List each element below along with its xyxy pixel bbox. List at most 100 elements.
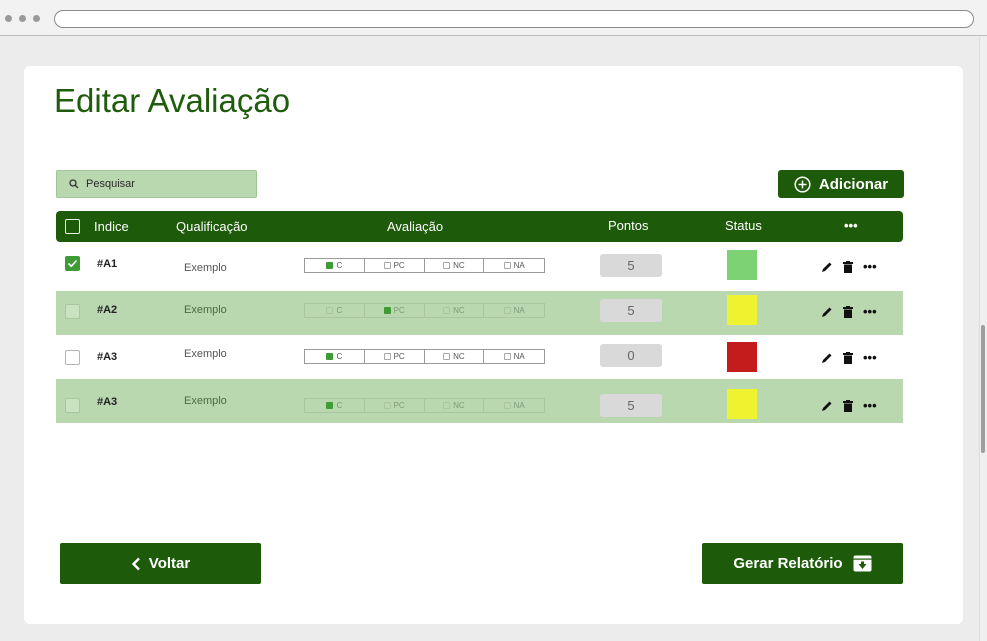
option-checkbox-icon — [383, 402, 391, 409]
scrollbar-thumb[interactable] — [981, 325, 985, 453]
row-actions: ••• — [821, 350, 877, 365]
status-swatch — [727, 389, 757, 419]
window-dot-icon[interactable] — [33, 15, 40, 22]
header-avaliacao[interactable]: Avaliação — [387, 219, 443, 234]
points-field[interactable]: 0 — [600, 344, 662, 367]
option-c[interactable]: C — [305, 259, 365, 272]
header-pontos[interactable]: Pontos — [608, 218, 648, 233]
option-label: PC — [393, 401, 405, 410]
table-row[interactable]: #A3 Exemplo C PC NC NA 0 ••• — [56, 336, 903, 378]
trash-icon[interactable] — [843, 260, 853, 273]
address-bar[interactable] — [54, 10, 974, 28]
row-checkbox[interactable] — [65, 398, 80, 413]
row-actions: ••• — [821, 398, 877, 413]
option-checkbox-icon — [443, 402, 451, 409]
option-checkbox-icon — [503, 402, 511, 409]
search-placeholder: Pesquisar — [86, 178, 135, 190]
pencil-icon[interactable] — [821, 400, 833, 412]
option-label: NA — [513, 261, 525, 270]
row-index: #A2 — [97, 304, 118, 316]
option-checkbox-icon — [383, 262, 391, 269]
option-label: NC — [453, 352, 465, 361]
more-icon[interactable]: ••• — [863, 398, 877, 413]
option-nc[interactable]: NC — [425, 350, 485, 363]
status-swatch — [727, 250, 757, 280]
report-button-label: Gerar Relatório — [733, 555, 843, 572]
row-checkbox[interactable] — [65, 304, 80, 319]
option-nc[interactable]: NC — [425, 304, 485, 317]
table-row[interactable]: #A3 Exemplo C PC NC NA 5 ••• — [56, 379, 903, 423]
trash-icon[interactable] — [843, 399, 853, 412]
option-na[interactable]: NA — [484, 350, 544, 363]
option-checkbox-icon — [326, 353, 334, 360]
scrollbar[interactable] — [979, 37, 987, 641]
option-c[interactable]: C — [305, 350, 365, 363]
option-c[interactable]: C — [305, 399, 365, 412]
evaluation-selector: C PC NC NA — [304, 258, 545, 273]
row-index: #A3 — [97, 351, 118, 363]
status-swatch — [727, 342, 757, 372]
points-field[interactable]: 5 — [600, 394, 662, 417]
plus-circle-icon — [794, 175, 811, 193]
pencil-icon[interactable] — [821, 261, 833, 273]
table-header: Indice Qualificação Avaliação Pontos Sta… — [56, 211, 903, 242]
table-row[interactable]: #A1 Exemplo C PC NC NA 5 ••• — [56, 243, 903, 290]
trash-icon[interactable] — [843, 305, 853, 318]
option-label: C — [336, 401, 343, 410]
option-checkbox-icon — [326, 262, 334, 269]
points-field[interactable]: 5 — [600, 254, 662, 277]
pencil-icon[interactable] — [821, 352, 833, 364]
more-icon[interactable]: ••• — [863, 259, 877, 274]
row-qualification: Exemplo — [184, 395, 227, 407]
header-more-icon[interactable]: ••• — [844, 218, 858, 233]
back-button[interactable]: Voltar — [60, 543, 261, 584]
option-pc[interactable]: PC — [365, 399, 425, 412]
row-index: #A1 — [97, 258, 118, 270]
header-status[interactable]: Status — [725, 218, 762, 233]
window-dot-icon[interactable] — [19, 15, 26, 22]
option-na[interactable]: NA — [484, 259, 544, 272]
row-actions: ••• — [821, 259, 877, 274]
option-c[interactable]: C — [305, 304, 365, 317]
option-label: C — [336, 352, 343, 361]
option-checkbox-icon — [443, 262, 451, 269]
option-nc[interactable]: NC — [425, 259, 485, 272]
option-nc[interactable]: NC — [425, 399, 485, 412]
option-na[interactable]: NA — [484, 304, 544, 317]
add-button-label: Adicionar — [818, 175, 889, 193]
window-dot-icon[interactable] — [5, 15, 12, 22]
pencil-icon[interactable] — [821, 306, 833, 318]
option-pc[interactable]: PC — [365, 350, 425, 363]
header-indice[interactable]: Indice — [94, 219, 129, 234]
chevron-left-icon — [131, 557, 140, 570]
option-label: PC — [393, 352, 405, 361]
option-checkbox-icon — [443, 353, 451, 360]
more-icon[interactable]: ••• — [863, 350, 877, 365]
option-checkbox-icon — [443, 307, 451, 314]
search-icon — [69, 179, 79, 189]
table-row[interactable]: #A2 Exemplo C PC NC NA 5 ••• — [56, 291, 903, 335]
browser-toolbar — [0, 0, 987, 36]
check-icon — [67, 259, 78, 268]
trash-icon[interactable] — [843, 351, 853, 364]
option-checkbox-icon — [503, 353, 511, 360]
row-checkbox[interactable] — [65, 350, 80, 365]
option-label: PC — [393, 306, 405, 315]
back-button-label: Voltar — [148, 555, 191, 572]
generate-report-button[interactable]: Gerar Relatório — [702, 543, 903, 584]
option-pc[interactable]: PC — [365, 304, 425, 317]
option-checkbox-icon — [383, 353, 391, 360]
search-input[interactable]: Pesquisar — [56, 170, 257, 198]
option-pc[interactable]: PC — [365, 259, 425, 272]
points-field[interactable]: 5 — [600, 299, 662, 322]
option-checkbox-icon — [326, 307, 334, 314]
header-qualificacao[interactable]: Qualificação — [176, 219, 248, 234]
add-button[interactable]: Adicionar — [778, 170, 904, 198]
row-checkbox[interactable] — [65, 256, 80, 271]
option-na[interactable]: NA — [484, 399, 544, 412]
select-all-checkbox[interactable] — [65, 219, 80, 234]
option-label: NA — [513, 352, 525, 361]
row-qualification: Exemplo — [184, 262, 227, 274]
more-icon[interactable]: ••• — [863, 304, 877, 319]
option-label: NA — [513, 401, 525, 410]
